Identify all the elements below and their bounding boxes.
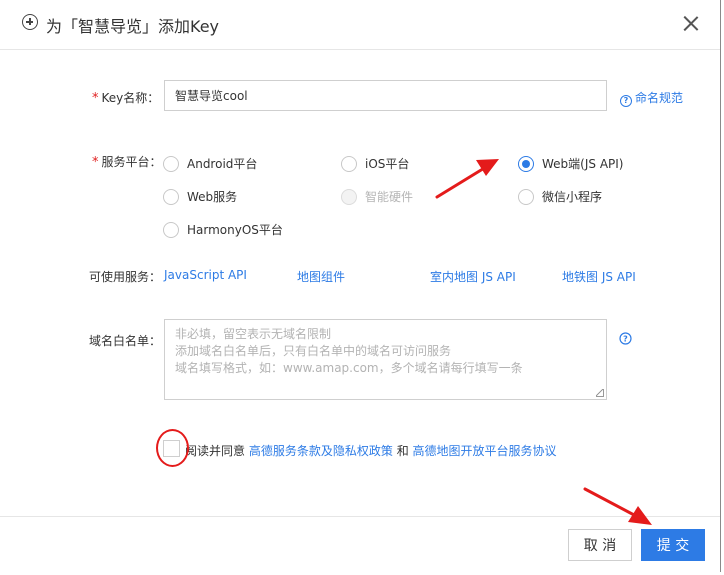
radio-harmonyos[interactable]: HarmonyOS平台 xyxy=(163,221,283,238)
plus-circle-icon xyxy=(22,14,38,30)
service-link-javascript-api[interactable]: JavaScript API xyxy=(164,268,247,282)
radio-web-js-api[interactable]: Web端(JS API) xyxy=(518,155,623,172)
svg-text:?: ? xyxy=(623,334,628,343)
radio-circle xyxy=(163,155,179,172)
agreement-prefix: 阅读并同意 xyxy=(185,444,246,458)
radio-circle xyxy=(163,221,179,238)
annotation-circle xyxy=(156,429,189,467)
add-key-dialog: 为「智慧导览」添加Key *Key名称： ?命名规范 *服务平台： Androi… xyxy=(0,0,721,572)
radio-ios-label: iOS平台 xyxy=(365,157,410,171)
naming-rules-text: 命名规范 xyxy=(635,91,684,105)
placeholder-line: 域名填写格式，如：www.amap.com，多个域名请每行填写一条 xyxy=(175,361,523,375)
whitelist-textarea[interactable]: 非必填，留空表示无域名限制 添加域名白名单后，只有白名单中的域名可访问服务 域名… xyxy=(164,319,607,400)
question-icon: ? xyxy=(620,95,632,107)
required-mark: * xyxy=(92,91,99,106)
radio-web-service-label: Web服务 xyxy=(187,190,238,204)
radio-harmonyos-label: HarmonyOS平台 xyxy=(187,223,283,237)
key-name-input[interactable] xyxy=(164,80,607,111)
radio-smart-hardware: 智能硬件 xyxy=(341,188,413,205)
platform-label: * 服务平台： xyxy=(92,153,162,170)
cancel-button[interactable]: 取 消 xyxy=(568,529,632,561)
placeholder-line: 添加域名白名单后，只有白名单中的域名可访问服务 xyxy=(175,344,452,358)
agreement-and: 和 xyxy=(396,444,409,458)
radio-wechat-miniprogram[interactable]: 微信小程序 xyxy=(518,188,602,205)
naming-rules-link[interactable]: ? 命名规范 xyxy=(620,89,683,107)
required-mark: * xyxy=(92,155,99,170)
service-link-map-component[interactable]: 地图组件 xyxy=(297,268,345,285)
radio-web-js-api-label: Web端(JS API) xyxy=(542,157,624,171)
agreement-text: 阅读并同意 高德服务条款及隐私权政策 和 高德地图开放平台服务协议 xyxy=(185,442,557,459)
terms-privacy-link[interactable]: 高德服务条款及隐私权政策 xyxy=(249,444,393,458)
radio-smart-hardware-label: 智能硬件 xyxy=(365,190,414,204)
platform-label-text: 服务平台： xyxy=(101,155,162,169)
placeholder-line: 非必填，留空表示无域名限制 xyxy=(175,327,332,341)
service-link-subway-map[interactable]: 地铁图 JS API xyxy=(562,268,636,285)
annotation-arrow-platform xyxy=(435,159,499,199)
dialog-header: 为「智慧导览」添加Key xyxy=(0,0,720,50)
dialog-title: 为「智慧导览」添加Key xyxy=(46,17,220,36)
resize-handle[interactable] xyxy=(596,389,604,397)
radio-circle xyxy=(518,188,534,205)
whitelist-label: 域名白名单： xyxy=(89,334,162,348)
radio-ios[interactable]: iOS平台 xyxy=(341,155,409,172)
radio-wechat-miniprogram-label: 微信小程序 xyxy=(542,190,603,204)
submit-button[interactable]: 提 交 xyxy=(641,529,705,561)
radio-circle xyxy=(163,188,179,205)
radio-web-service[interactable]: Web服务 xyxy=(163,188,237,205)
radio-circle xyxy=(518,155,534,172)
radio-android-label: Android平台 xyxy=(187,157,258,171)
radio-circle xyxy=(341,155,357,172)
service-agreement-link[interactable]: 高德地图开放平台服务协议 xyxy=(413,444,557,458)
radio-android[interactable]: Android平台 xyxy=(163,155,257,172)
key-name-label-text: Key名称： xyxy=(101,91,160,105)
services-label: 可使用服务： xyxy=(89,270,162,284)
close-icon[interactable] xyxy=(682,14,700,32)
service-link-indoor-map[interactable]: 室内地图 JS API xyxy=(430,268,516,285)
radio-circle xyxy=(341,188,357,205)
key-name-label: * Key名称： xyxy=(92,89,159,106)
question-icon[interactable]: ? xyxy=(619,332,632,345)
